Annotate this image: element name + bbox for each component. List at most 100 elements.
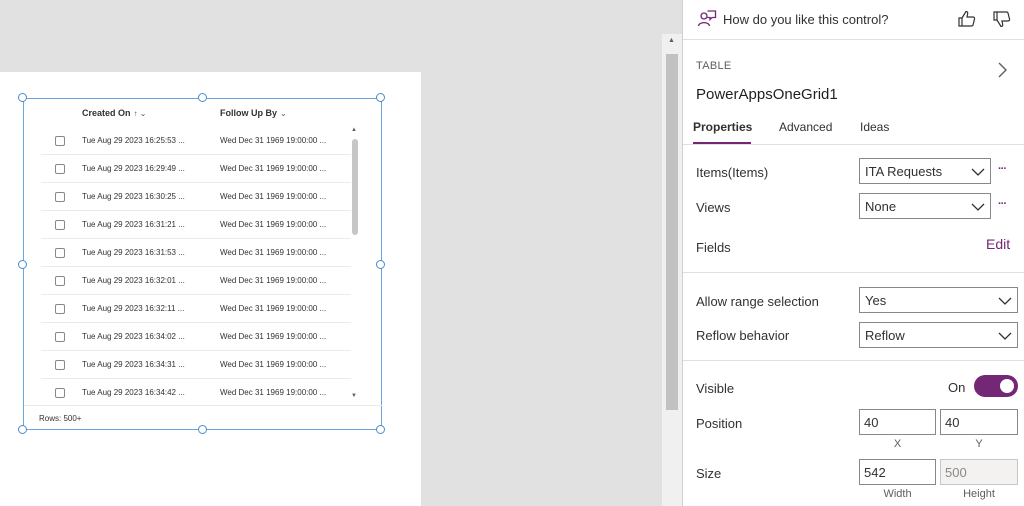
reflow-dropdown[interactable]: Reflow xyxy=(859,322,1018,348)
table-row[interactable]: Tue Aug 29 2023 16:29:49 ... Wed Dec 31 1… xyxy=(41,155,351,183)
divider xyxy=(683,272,1024,273)
column-header-label: Created On xyxy=(82,108,131,118)
allow-range-value: Yes xyxy=(865,293,887,308)
canvas-area: Created On ↑ ⌄ Follow Up By ⌄ Tue Aug 29 2… xyxy=(0,0,662,506)
divider xyxy=(683,144,1024,145)
cell-created-on: Tue Aug 29 2023 16:32:11 ... xyxy=(82,304,185,313)
row-checkbox[interactable] xyxy=(55,136,65,146)
visible-label: Visible xyxy=(696,381,735,396)
row-checkbox[interactable] xyxy=(55,276,65,286)
table-row[interactable]: Tue Aug 29 2023 16:34:42 ... Wed Dec 31 1… xyxy=(41,379,351,405)
table-row[interactable]: Tue Aug 29 2023 16:25:53 ... Wed Dec 31 1… xyxy=(41,127,351,155)
table-row[interactable]: Tue Aug 29 2023 16:32:01 ... Wed Dec 31 1… xyxy=(41,267,351,295)
position-x-input[interactable]: 40 xyxy=(859,409,936,435)
row-checkbox[interactable] xyxy=(55,388,65,398)
fields-edit-link[interactable]: Edit xyxy=(986,236,1010,252)
position-y-input[interactable]: 40 xyxy=(940,409,1018,435)
rows-count: Rows: 500+ xyxy=(39,414,82,423)
row-checkbox[interactable] xyxy=(55,248,65,258)
feedback-question: How do you like this control? xyxy=(723,12,889,27)
table-row[interactable]: Tue Aug 29 2023 16:32:11 ... Wed Dec 31 1… xyxy=(41,295,351,323)
row-checkbox[interactable] xyxy=(55,332,65,342)
items-label: Items(Items) xyxy=(696,165,769,180)
column-header-label: Follow Up By xyxy=(220,108,277,118)
thumbs-up-icon[interactable] xyxy=(957,9,977,34)
table-row[interactable]: Tue Aug 29 2023 16:30:25 ... Wed Dec 31 1… xyxy=(41,183,351,211)
feedback-icon xyxy=(697,9,717,34)
divider xyxy=(683,360,1024,361)
resize-handle-right[interactable] xyxy=(376,260,385,269)
size-width-input[interactable]: 542 xyxy=(859,459,936,485)
cell-follow-up-by: Wed Dec 31 1969 19:00:00 ... xyxy=(220,332,327,341)
views-dropdown[interactable]: None xyxy=(859,193,991,219)
row-checkbox[interactable] xyxy=(55,220,65,230)
cell-follow-up-by: Wed Dec 31 1969 19:00:00 ... xyxy=(220,248,327,257)
chevron-down-icon xyxy=(998,329,1012,347)
position-y-label: Y xyxy=(975,438,983,450)
allow-range-label: Allow range selection xyxy=(696,294,819,309)
cell-follow-up-by: Wed Dec 31 1969 19:00:00 ... xyxy=(220,192,327,201)
cell-created-on: Tue Aug 29 2023 16:32:01 ... xyxy=(82,276,185,285)
allow-range-dropdown[interactable]: Yes xyxy=(859,287,1018,313)
tab-ideas[interactable]: Ideas xyxy=(860,120,889,134)
cell-follow-up-by: Wed Dec 31 1969 19:00:00 ... xyxy=(220,136,327,145)
cell-follow-up-by: Wed Dec 31 1969 19:00:00 ... xyxy=(220,304,327,313)
chevron-down-icon xyxy=(998,294,1012,312)
canvas-scrollbar[interactable]: ▲ xyxy=(662,34,682,506)
cell-follow-up-by: Wed Dec 31 1969 19:00:00 ... xyxy=(220,388,327,397)
control-name[interactable]: PowerAppsOneGrid1 xyxy=(696,86,838,103)
more-options-icon[interactable]: ··· xyxy=(998,198,1007,210)
row-checkbox[interactable] xyxy=(55,192,65,202)
size-height-input[interactable]: 500 xyxy=(940,459,1018,485)
fields-label: Fields xyxy=(696,240,731,255)
cell-created-on: Tue Aug 29 2023 16:34:42 ... xyxy=(82,388,185,397)
cell-follow-up-by: Wed Dec 31 1969 19:00:00 ... xyxy=(220,360,327,369)
views-value: None xyxy=(865,199,897,214)
size-height-value: 500 xyxy=(945,465,967,480)
column-header-follow-up-by[interactable]: Follow Up By ⌄ xyxy=(220,108,287,118)
chevron-right-icon[interactable] xyxy=(995,60,1009,85)
row-checkbox[interactable] xyxy=(55,360,65,370)
tab-advanced[interactable]: Advanced xyxy=(779,120,832,134)
table-row[interactable]: Tue Aug 29 2023 16:34:02 ... Wed Dec 31 1… xyxy=(41,323,351,351)
thumbs-down-icon[interactable] xyxy=(992,9,1012,34)
more-options-icon[interactable]: ··· xyxy=(998,163,1007,175)
size-width-label: Width xyxy=(883,488,912,500)
cell-follow-up-by: Wed Dec 31 1969 19:00:00 ... xyxy=(220,276,327,285)
row-checkbox[interactable] xyxy=(55,304,65,314)
scroll-up-arrow-icon[interactable]: ▲ xyxy=(351,127,357,133)
canvas-scroll-thumb[interactable] xyxy=(666,54,678,410)
column-header-created-on[interactable]: Created On ↑ ⌄ xyxy=(82,108,146,118)
grid-scrollbar[interactable]: ▲ ▼ xyxy=(350,127,360,405)
table-row[interactable]: Tue Aug 29 2023 16:31:53 ... Wed Dec 31 1… xyxy=(41,239,351,267)
reflow-value: Reflow xyxy=(865,328,905,343)
scroll-up-arrow-icon[interactable]: ▲ xyxy=(668,37,675,44)
position-y-value: 40 xyxy=(945,415,960,430)
items-value: ITA Requests xyxy=(865,164,943,179)
feedback-bar: How do you like this control? xyxy=(683,0,1024,40)
table-control[interactable]: Created On ↑ ⌄ Follow Up By ⌄ Tue Aug 29 2… xyxy=(18,93,385,434)
position-x-label: X xyxy=(893,438,902,450)
cell-created-on: Tue Aug 29 2023 16:31:21 ... xyxy=(82,220,185,229)
cell-follow-up-by: Wed Dec 31 1969 19:00:00 ... xyxy=(220,220,327,229)
table-row[interactable]: Tue Aug 29 2023 16:31:21 ... Wed Dec 31 1… xyxy=(41,211,351,239)
control-type-label: TABLE xyxy=(696,60,732,72)
size-height-label: Height xyxy=(963,488,995,500)
reflow-label: Reflow behavior xyxy=(696,328,790,343)
visible-toggle[interactable] xyxy=(974,375,1018,397)
row-checkbox[interactable] xyxy=(55,164,65,174)
items-dropdown[interactable]: ITA Requests xyxy=(859,158,991,184)
cell-created-on: Tue Aug 29 2023 16:29:49 ... xyxy=(82,164,185,173)
grid-footer: Rows: 500+ xyxy=(24,405,383,431)
grid-body: Tue Aug 29 2023 16:25:53 ... Wed Dec 31 1… xyxy=(41,127,361,405)
chevron-down-icon: ⌄ xyxy=(280,109,287,118)
tab-properties[interactable]: Properties xyxy=(693,120,752,134)
grid-scroll-thumb[interactable] xyxy=(352,139,358,235)
toggle-knob xyxy=(1000,379,1014,393)
cell-created-on: Tue Aug 29 2023 16:31:53 ... xyxy=(82,248,185,257)
resize-handle-left[interactable] xyxy=(18,260,27,269)
table-row[interactable]: Tue Aug 29 2023 16:34:31 ... Wed Dec 31 1… xyxy=(41,351,351,379)
sort-ascending-icon: ↑ ⌄ xyxy=(133,109,147,118)
views-label: Views xyxy=(696,200,731,215)
scroll-down-arrow-icon[interactable]: ▼ xyxy=(351,393,357,399)
